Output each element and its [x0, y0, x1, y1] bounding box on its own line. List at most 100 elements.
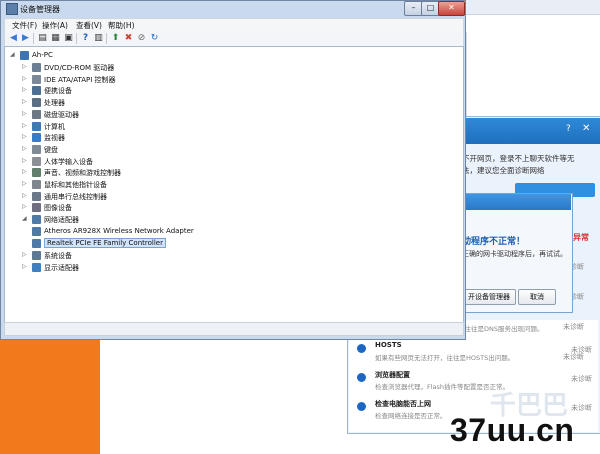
menu-action[interactable]: 操作(A)	[42, 20, 68, 31]
expand-arrow-icon[interactable]: ▷	[22, 122, 27, 129]
background-column	[100, 340, 153, 454]
show-hide-console-tree-icon[interactable]: ▤	[37, 33, 48, 44]
tree-root[interactable]: ◢ Ah-PC	[10, 50, 210, 62]
tree-category[interactable]: ▷ 计算机	[22, 121, 242, 133]
network-adapter-icon	[32, 239, 41, 248]
system-device-icon	[32, 251, 41, 260]
tree-item-label: Atheros AR928X Wireless Network Adapter	[44, 227, 194, 235]
open-device-manager-button[interactable]: 开设备管理器	[462, 289, 516, 305]
menu-help[interactable]: 帮助(H)	[108, 20, 135, 31]
network-adapter-icon	[32, 227, 41, 236]
expand-arrow-icon[interactable]: ▷	[22, 63, 27, 70]
expand-arrow-icon[interactable]: ▷	[22, 98, 27, 105]
tree-category-label: 处理器	[44, 99, 65, 108]
export-list-icon[interactable]: ▣	[63, 33, 74, 44]
expand-arrow-icon[interactable]: ▷	[22, 157, 27, 164]
diagnostics-item-status: 未诊断	[571, 375, 592, 383]
info-icon	[357, 344, 366, 353]
window-titlebar[interactable]	[1, 1, 465, 17]
forward-icon[interactable]: ▶	[20, 33, 31, 44]
expand-arrow-icon[interactable]: ▷	[22, 110, 27, 117]
tree-item-label: Realtek PCIe FE Family Controller	[44, 238, 166, 248]
tree-category[interactable]: ▷ 图像设备	[22, 202, 242, 214]
tree-category-label: 声音、视频和游戏控制器	[44, 169, 121, 178]
toolbar-separator	[76, 33, 77, 44]
tree-category[interactable]: ▷ 处理器	[22, 97, 242, 109]
expand-arrow-icon[interactable]: ▷	[22, 192, 27, 199]
window-title: 设备管理器	[20, 5, 60, 14]
properties-icon[interactable]: ▦	[50, 33, 61, 44]
uninstall-icon[interactable]: ✖	[123, 33, 134, 44]
desktop-background	[0, 340, 100, 454]
back-icon[interactable]: ◀	[8, 33, 19, 44]
help-icon[interactable]: ?	[566, 124, 571, 134]
imaging-icon	[32, 203, 41, 213]
toolbar-separator	[106, 33, 107, 44]
menu-file[interactable]: 文件(F)	[12, 20, 37, 31]
device-manager-icon	[6, 3, 18, 15]
tree-category[interactable]: ▷ 人体学输入设备	[22, 156, 242, 168]
tree-item-realtek[interactable]: Realtek PCIe FE Family Controller	[32, 238, 252, 250]
tree-category[interactable]: ▷ 鼠标和其他指针设备	[22, 179, 242, 191]
tree-category[interactable]: ◢ 网络适配器	[22, 214, 242, 226]
expand-arrow-icon[interactable]: ▷	[22, 145, 27, 152]
monitor-icon	[32, 133, 41, 143]
tree-category-label: 计算机	[44, 122, 65, 131]
tree-category[interactable]: ▷ 声音、视频和游戏控制器	[22, 167, 242, 179]
show-hidden-icon[interactable]: ▥	[93, 33, 104, 44]
ide-controller-icon	[32, 74, 41, 84]
info-icon	[357, 402, 366, 411]
tree-category[interactable]: ▷ 系统设备	[22, 250, 242, 262]
cancel-button[interactable]: 取消	[518, 289, 556, 305]
help-icon[interactable]: ?	[80, 33, 91, 44]
diagnostics-item-desc: 检查浏览器代理，Flash插件等配置是否正常。	[375, 383, 510, 391]
diagnostics-item-desc: 如果有些网页无法打开，往往是HOSTS出问题。	[375, 354, 515, 362]
expand-arrow-icon[interactable]: ▷	[22, 203, 27, 210]
expand-arrow-icon[interactable]: ▷	[22, 263, 27, 270]
close-icon[interactable]: ✕	[582, 123, 590, 134]
tree-category-label: 图像设备	[44, 204, 72, 213]
disk-drive-icon	[32, 109, 41, 119]
tree-category[interactable]: ▷ 监视器	[22, 132, 242, 144]
dialog-description: 正确的网卡驱动程序后，再试试。	[462, 250, 567, 258]
tree-category[interactable]: ▷ 便携设备	[22, 85, 242, 97]
tree-category[interactable]: ▷ 通用串行总线控制器	[22, 191, 242, 203]
dialog-titlebar	[459, 194, 571, 210]
expand-arrow-icon[interactable]: ▷	[22, 180, 27, 187]
computer-icon	[20, 51, 29, 60]
dvd-drive-icon	[32, 63, 41, 72]
menu-view[interactable]: 查看(V)	[76, 20, 102, 31]
tree-category[interactable]: ▷ DVD/CD-ROM 驱动器	[22, 62, 242, 74]
expand-arrow-icon[interactable]: ▷	[22, 75, 27, 82]
expand-arrow-icon[interactable]: ▷	[22, 251, 27, 258]
dialog-heading: 动程序不正常！	[462, 237, 526, 247]
expand-arrow-icon[interactable]: ◢	[10, 51, 15, 58]
processor-icon	[32, 98, 41, 108]
expand-arrow-icon[interactable]: ▷	[22, 133, 27, 140]
tree-category-label: 人体学输入设备	[44, 157, 93, 166]
tree-item-atheros[interactable]: Atheros AR928X Wireless Network Adapter	[32, 226, 252, 238]
tree-category[interactable]: ▷ 键盘	[22, 144, 242, 156]
tree-category-label: 显示适配器	[44, 263, 79, 272]
tree-category-label: 鼠标和其他指针设备	[44, 181, 107, 189]
side-status: 未诊断	[563, 323, 584, 331]
expand-arrow-icon[interactable]: ▷	[22, 86, 27, 93]
close-button[interactable]: ✕	[438, 1, 465, 16]
diagnostics-item-hosts[interactable]: HOSTS 如果有些网页无法打开，往往是HOSTS出问题。 未诊断	[357, 341, 592, 367]
status-bar	[4, 322, 464, 336]
tree-category[interactable]: ▷ 磁盘驱动器	[22, 109, 242, 121]
tree-category-label: DVD/CD-ROM 驱动器	[44, 64, 115, 72]
tree-category[interactable]: ▷ IDE ATA/ATAPI 控制器	[22, 74, 242, 86]
update-driver-icon[interactable]: ⬆	[110, 33, 121, 44]
disable-device-icon[interactable]: ⊘	[136, 33, 147, 44]
expand-arrow-icon[interactable]: ▷	[22, 168, 27, 175]
toolbar-separator	[33, 33, 34, 44]
tree-category-label: 监视器	[44, 134, 65, 143]
network-adapter-icon	[32, 215, 41, 225]
tree-category-label: 便携设备	[44, 87, 72, 96]
tree-category[interactable]: ▷ 显示适配器	[22, 262, 242, 274]
background-panel	[466, 32, 600, 120]
collapse-arrow-icon[interactable]: ◢	[22, 215, 27, 222]
background-window-titlebar	[466, 0, 600, 15]
scan-hardware-icon[interactable]: ↻	[149, 33, 160, 44]
